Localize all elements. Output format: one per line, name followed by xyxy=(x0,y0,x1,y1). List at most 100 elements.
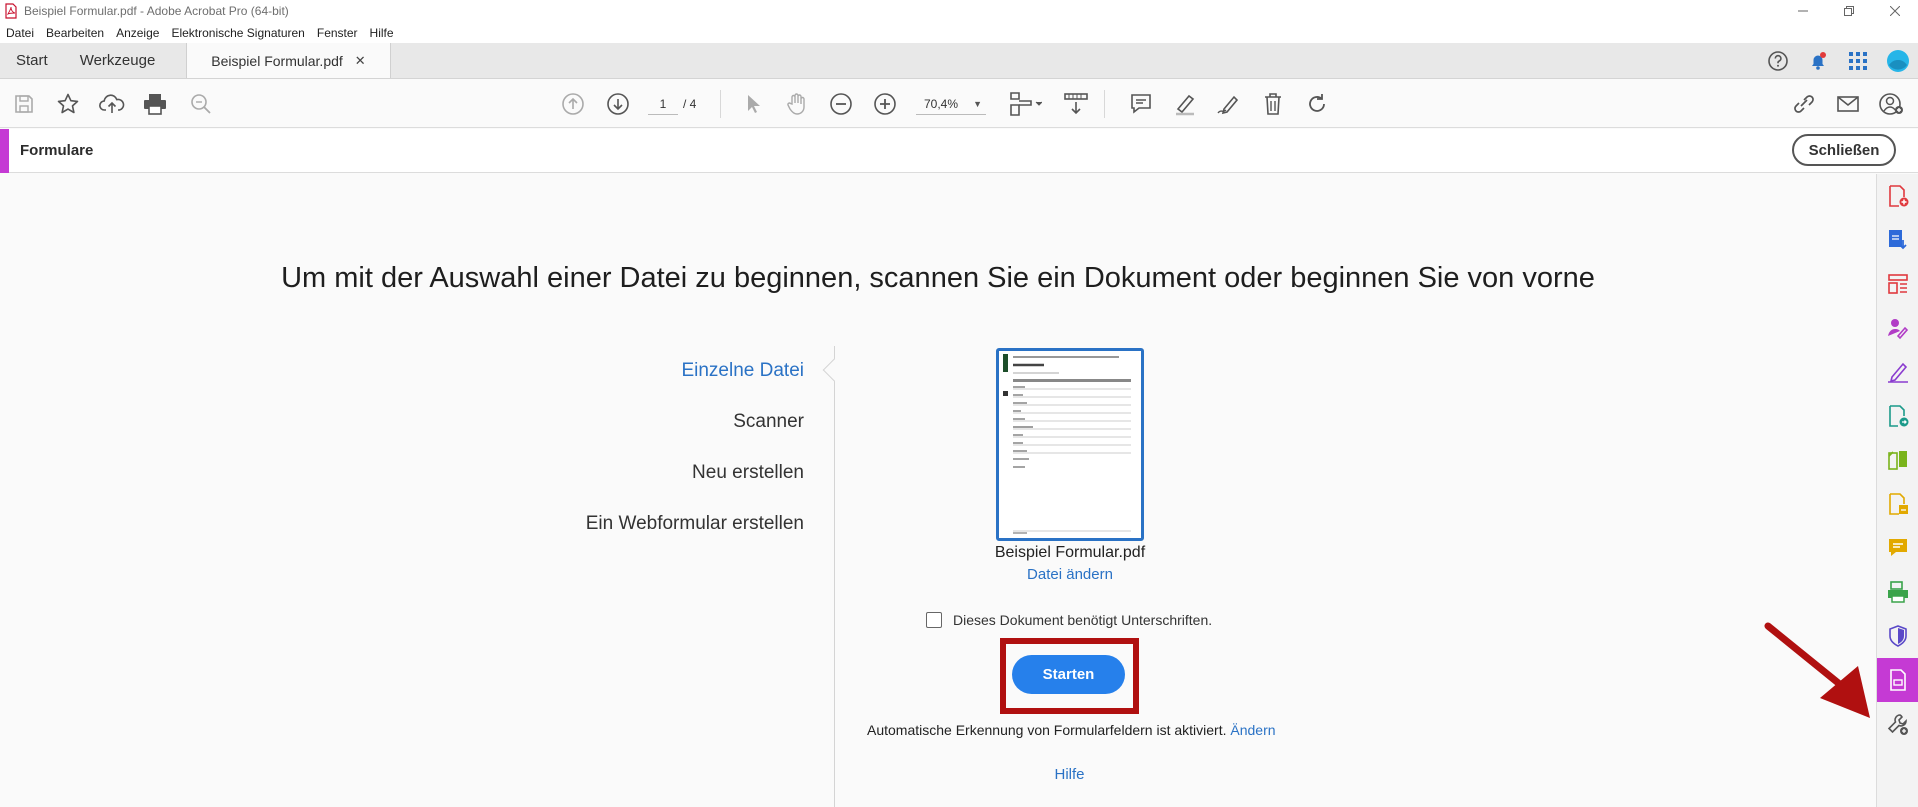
zoom-out-button[interactable] xyxy=(823,80,859,128)
page-heading: Um mit der Auswahl einer Datei zu beginn… xyxy=(281,262,1595,294)
upload-cloud-button[interactable] xyxy=(94,80,130,128)
trash-icon xyxy=(1265,93,1281,115)
star-icon xyxy=(57,93,79,114)
add-comment-button[interactable] xyxy=(1123,80,1159,128)
option-web-form[interactable]: Ein Webformular erstellen xyxy=(586,513,804,535)
comment-icon xyxy=(1131,94,1151,114)
minimize-button[interactable] xyxy=(1780,0,1826,22)
rail-comment[interactable] xyxy=(1877,526,1918,570)
highlight-button[interactable] xyxy=(1167,80,1203,128)
zoom-in-button[interactable] xyxy=(867,80,903,128)
restore-button[interactable] xyxy=(1826,0,1872,22)
rail-export-pdf[interactable] xyxy=(1877,218,1918,262)
rail-organize-pages[interactable] xyxy=(1877,262,1918,306)
print-button[interactable] xyxy=(137,80,173,128)
help-link[interactable]: Hilfe xyxy=(1000,766,1139,783)
user-add-icon xyxy=(1879,93,1903,115)
apps-button[interactable] xyxy=(1838,43,1878,79)
rail-compare-files[interactable] xyxy=(1877,438,1918,482)
menu-fenster[interactable]: Fenster xyxy=(311,26,364,40)
signature-checkbox[interactable] xyxy=(926,612,942,628)
tab-start[interactable]: Start xyxy=(0,43,64,78)
auto-detect-change-link[interactable]: Ändern xyxy=(1230,722,1275,738)
add-user-button[interactable] xyxy=(1874,80,1910,128)
option-scanner[interactable]: Scanner xyxy=(733,411,804,433)
organize-pages-icon xyxy=(1888,274,1908,294)
next-page-button[interactable] xyxy=(600,80,636,128)
link-icon xyxy=(1794,95,1814,113)
menu-bearbeiten[interactable]: Bearbeiten xyxy=(40,26,110,40)
divider xyxy=(834,346,835,807)
menu-hilfe[interactable]: Hilfe xyxy=(364,26,400,40)
rail-request-signatures[interactable] xyxy=(1877,350,1918,394)
main-toolbar: 1 / 4 70,4% ▼ xyxy=(0,80,1918,128)
menu-anzeige[interactable]: Anzeige xyxy=(110,26,165,40)
toolbar-separator xyxy=(720,90,721,118)
cloud-upload-icon xyxy=(99,94,125,113)
save-button[interactable] xyxy=(6,80,42,128)
window-title: Beispiel Formular.pdf - Adobe Acrobat Pr… xyxy=(24,4,289,18)
zoom-level-select[interactable]: 70,4% ▼ xyxy=(916,93,986,115)
page-view-button[interactable] xyxy=(1007,80,1043,128)
send-for-review-icon xyxy=(1889,405,1909,427)
email-button[interactable] xyxy=(1830,80,1866,128)
menu-datei[interactable]: Datei xyxy=(0,26,40,40)
compare-files-icon xyxy=(1888,451,1907,470)
close-window-button[interactable] xyxy=(1872,0,1918,22)
tab-start-label: Start xyxy=(16,52,48,69)
auto-detect-text: Automatische Erkennung von Formularfelde… xyxy=(867,722,1227,738)
envelope-icon xyxy=(1837,96,1859,112)
option-single-file[interactable]: Einzelne Datei xyxy=(681,360,804,382)
start-button[interactable]: Starten xyxy=(1012,655,1125,694)
file-name: Beispiel Formular.pdf xyxy=(994,544,1146,561)
bookmark-star-button[interactable] xyxy=(50,80,86,128)
help-button[interactable] xyxy=(1758,43,1798,79)
rail-more-tools[interactable] xyxy=(1877,702,1918,746)
plus-circle-icon xyxy=(874,93,896,115)
main-panel: Um mit der Auswahl einer Datei zu beginn… xyxy=(0,174,1876,807)
create-pdf-icon xyxy=(1889,185,1909,207)
notifications-button[interactable] xyxy=(1798,43,1838,79)
rail-create-pdf[interactable] xyxy=(1877,174,1918,218)
rotate-button[interactable] xyxy=(1299,80,1335,128)
menu-elektronische-signaturen[interactable]: Elektronische Signaturen xyxy=(165,26,310,40)
pen-draw-icon xyxy=(1217,95,1239,115)
highlighter-icon xyxy=(1176,94,1195,116)
rotate-icon xyxy=(1309,94,1325,112)
arrow-down-circle-icon xyxy=(607,93,629,115)
close-tab-icon[interactable]: ✕ xyxy=(355,53,366,69)
rail-prepare-form[interactable] xyxy=(1877,658,1918,702)
prepare-form-icon xyxy=(1890,669,1906,691)
document-preview-icon xyxy=(1003,354,1131,534)
restore-icon xyxy=(1844,6,1854,16)
tab-tools[interactable]: Werkzeuge xyxy=(64,43,172,78)
previous-page-button[interactable] xyxy=(555,80,591,128)
signature-option: Dieses Dokument benötigt Unterschriften. xyxy=(926,612,1212,628)
tab-bar: Start Werkzeuge Beispiel Formular.pdf ✕ xyxy=(0,43,1918,79)
tool-header: Formulare Schließen xyxy=(0,129,1918,173)
account-avatar[interactable] xyxy=(1878,43,1918,79)
rail-fill-sign[interactable] xyxy=(1877,306,1918,350)
rail-protect[interactable] xyxy=(1877,614,1918,658)
printer-icon xyxy=(144,94,166,115)
close-tool-button[interactable]: Schließen xyxy=(1792,134,1896,166)
hand-tool-button[interactable] xyxy=(779,80,815,128)
tab-document[interactable]: Beispiel Formular.pdf ✕ xyxy=(186,43,391,78)
rail-edit-pdf[interactable] xyxy=(1877,482,1918,526)
bell-icon xyxy=(1812,52,1826,70)
wrench-add-icon xyxy=(1887,714,1908,735)
document-thumbnail[interactable] xyxy=(996,348,1144,541)
scroll-mode-button[interactable] xyxy=(1058,80,1094,128)
draw-button[interactable] xyxy=(1211,80,1247,128)
change-file-link[interactable]: Datei ändern xyxy=(900,566,1240,583)
delete-button[interactable] xyxy=(1255,80,1291,128)
option-create-new[interactable]: Neu erstellen xyxy=(692,462,804,484)
rail-send-for-review[interactable] xyxy=(1877,394,1918,438)
search-text-button[interactable] xyxy=(183,80,219,128)
share-link-button[interactable] xyxy=(1786,80,1822,128)
rail-scan-ocr[interactable] xyxy=(1877,570,1918,614)
select-tool-button[interactable] xyxy=(735,80,771,128)
auto-detect-note: Automatische Erkennung von Formularfelde… xyxy=(867,722,1276,738)
page-number-input[interactable]: 1 xyxy=(648,93,678,115)
minimize-icon xyxy=(1798,10,1808,12)
